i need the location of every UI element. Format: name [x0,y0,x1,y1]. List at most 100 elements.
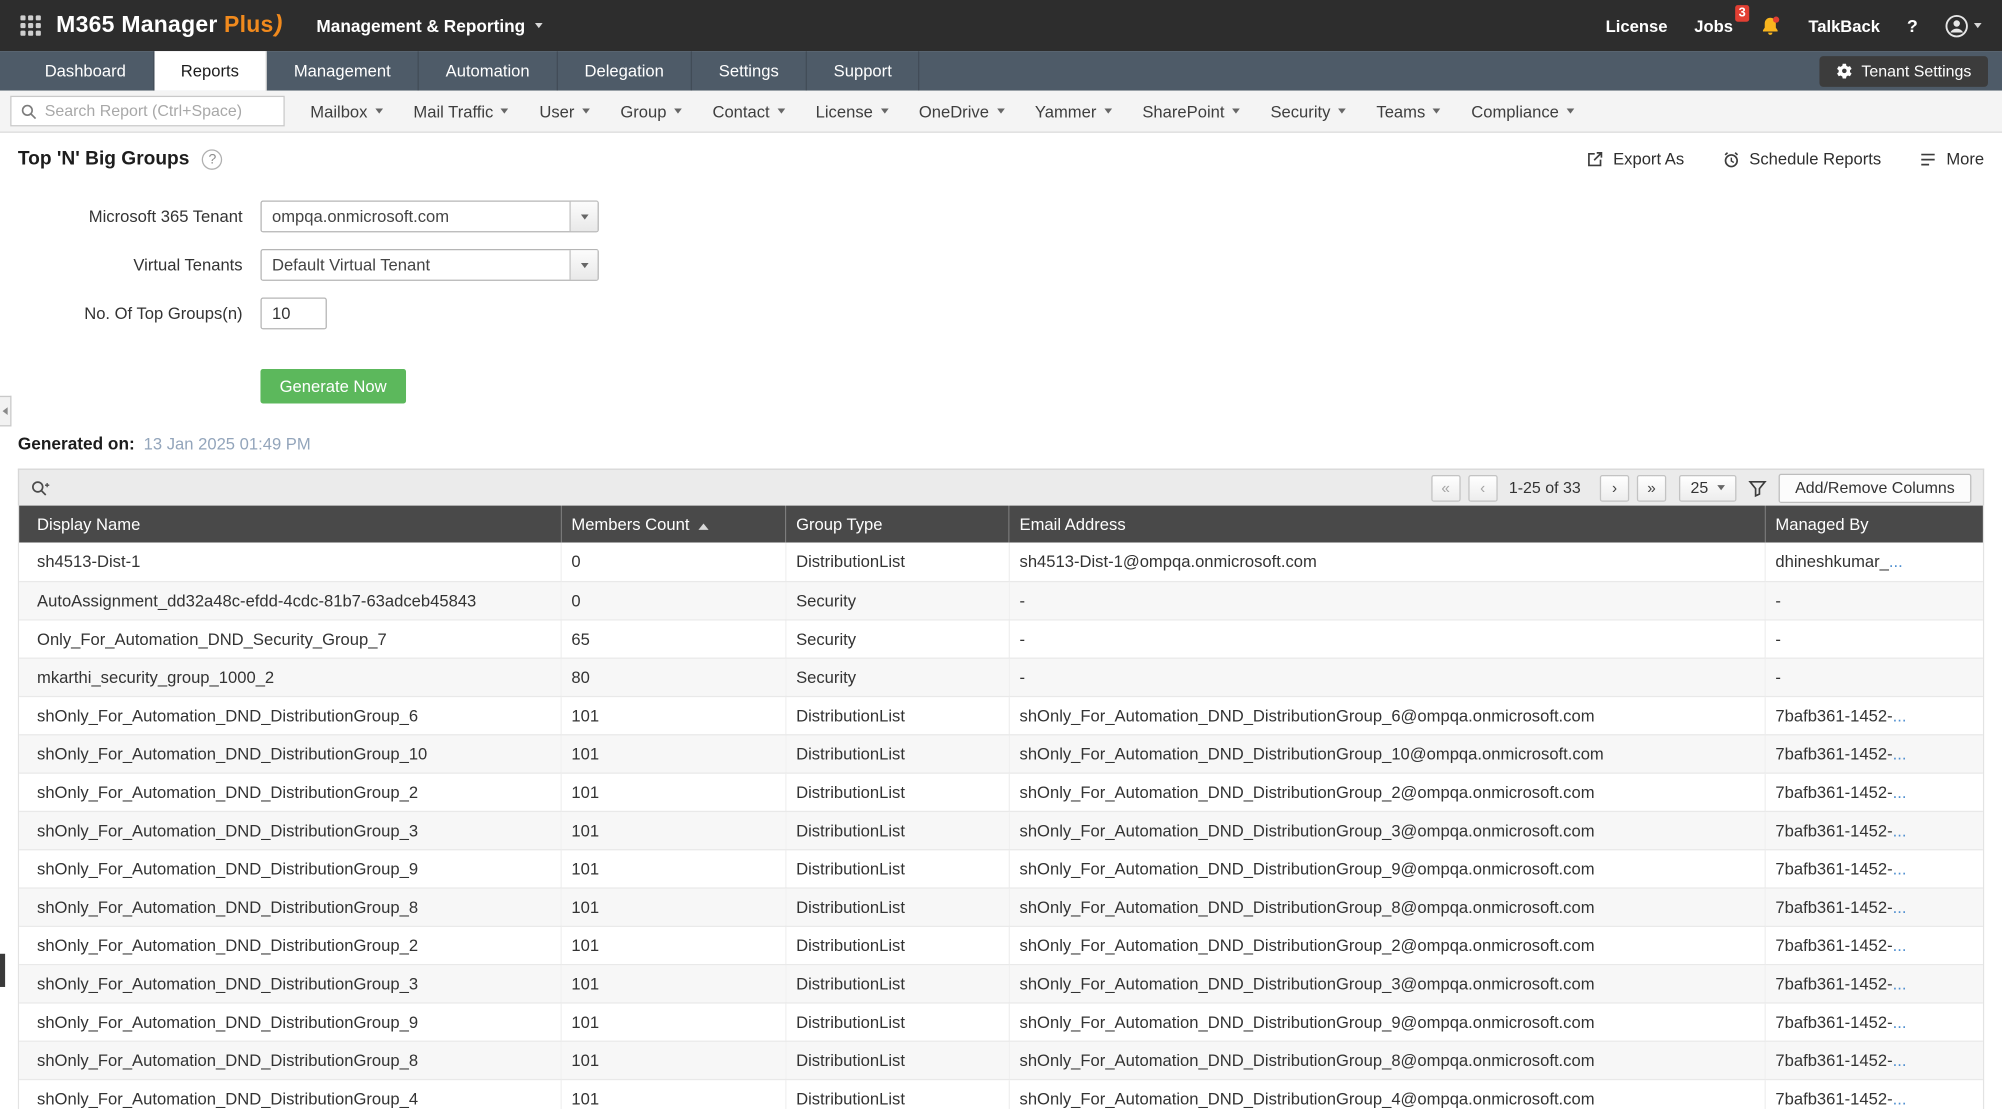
tab-dashboard[interactable]: Dashboard [18,51,154,91]
report-search-input[interactable] [45,102,275,120]
cell-group-type: DistributionList [785,849,1008,887]
col-header-managed-by[interactable]: Managed By [1765,506,1983,543]
report-menu-group[interactable]: Group [605,91,697,132]
tab-list: DashboardReportsManagementAutomationDele… [18,51,920,91]
tab-reports[interactable]: Reports [154,51,267,91]
expand-value-link[interactable]: ... [1893,897,1907,916]
filter-icon[interactable] [1748,478,1767,497]
help-icon[interactable]: ? [1907,15,1918,35]
tab-delegation[interactable]: Delegation [558,51,692,91]
expand-value-link[interactable]: ... [1893,1088,1907,1107]
table-row[interactable]: shOnly_For_Automation_DND_DistributionGr… [19,772,1983,810]
cell-group-type: Security [785,581,1008,619]
export-as-button[interactable]: Export As [1586,149,1684,168]
expand-value-link[interactable]: ... [1893,974,1907,993]
next-page-button[interactable]: › [1600,474,1629,501]
talkback-link[interactable]: TalkBack [1808,16,1880,35]
expand-value-link[interactable]: ... [1893,782,1907,801]
tab-support[interactable]: Support [807,51,920,91]
chevron-down-icon[interactable] [569,202,597,231]
page-help-icon[interactable]: ? [202,149,222,169]
first-page-button[interactable]: « [1431,474,1460,501]
report-menu-label: User [539,102,574,121]
table-row[interactable]: shOnly_For_Automation_DND_DistributionGr… [19,811,1983,849]
expand-value-link[interactable]: ... [1893,1012,1907,1031]
report-menu-sharepoint[interactable]: SharePoint [1127,91,1255,132]
expand-value-link[interactable]: ... [1889,552,1903,571]
table-search-icon[interactable] [31,478,50,497]
apps-grid-icon[interactable] [20,15,40,35]
table-row[interactable]: AutoAssignment_dd32a48c-efdd-4cdc-81b7-6… [19,581,1983,619]
table-row[interactable]: shOnly_For_Automation_DND_DistributionGr… [19,926,1983,964]
col-header-group-type[interactable]: Group Type [785,506,1008,543]
report-menu-mailbox[interactable]: Mailbox [295,91,398,132]
table-row[interactable]: shOnly_For_Automation_DND_DistributionGr… [19,849,1983,887]
report-menu-onedrive[interactable]: OneDrive [903,91,1019,132]
report-menu-teams[interactable]: Teams [1361,91,1456,132]
chevron-down-icon [1567,109,1575,114]
table-row[interactable]: shOnly_For_Automation_DND_DistributionGr… [19,1079,1983,1109]
prev-page-button[interactable]: ‹ [1468,474,1497,501]
report-menu-security[interactable]: Security [1255,91,1361,132]
table-row[interactable]: shOnly_For_Automation_DND_DistributionGr… [19,734,1983,772]
table-row[interactable]: shOnly_For_Automation_DND_DistributionGr… [19,964,1983,1002]
report-menu-contact[interactable]: Contact [697,91,800,132]
page-size-select[interactable]: 25 [1679,474,1736,501]
cell-email-address: shOnly_For_Automation_DND_DistributionGr… [1009,696,1765,734]
left-edge-scroll-handle[interactable] [0,954,5,987]
notifications-bell-icon[interactable] [1760,15,1782,37]
module-switcher[interactable]: Management & Reporting [316,16,543,35]
report-menu-mail-traffic[interactable]: Mail Traffic [398,91,524,132]
report-menu-compliance[interactable]: Compliance [1456,91,1590,132]
table-row[interactable]: shOnly_For_Automation_DND_DistributionGr… [19,1041,1983,1079]
report-menu-label: Contact [712,102,769,121]
generate-now-button[interactable]: Generate Now [260,369,405,403]
report-search[interactable] [10,96,285,127]
report-menu-label: Mailbox [310,102,367,121]
jobs-link[interactable]: Jobs 3 [1694,16,1733,35]
tab-automation[interactable]: Automation [419,51,558,91]
user-avatar-icon[interactable] [1945,13,1982,37]
report-menu-label: SharePoint [1142,102,1224,121]
expand-value-link[interactable]: ... [1893,1050,1907,1069]
add-remove-columns-button[interactable]: Add/Remove Columns [1779,473,1972,502]
report-menu-yammer[interactable]: Yammer [1020,91,1127,132]
top-n-input[interactable] [260,297,326,329]
cell-display-name: shOnly_For_Automation_DND_DistributionGr… [19,1079,560,1109]
table-row[interactable]: sh4513-Dist-10DistributionListsh4513-Dis… [19,543,1983,581]
chevron-down-icon[interactable] [569,250,597,279]
table-row[interactable]: shOnly_For_Automation_DND_DistributionGr… [19,887,1983,925]
virtual-tenant-select[interactable]: Default Virtual Tenant [260,249,598,281]
cell-group-type: Security [785,619,1008,657]
report-menu-license[interactable]: License [800,91,903,132]
search-icon [20,103,37,120]
expand-value-link[interactable]: ... [1893,935,1907,954]
tab-management[interactable]: Management [267,51,419,91]
schedule-reports-button[interactable]: Schedule Reports [1722,149,1881,168]
license-link[interactable]: License [1606,16,1668,35]
last-page-button[interactable]: » [1637,474,1666,501]
expand-value-link[interactable]: ... [1893,744,1907,763]
col-header-display-name[interactable]: Display Name [19,506,560,543]
table-row[interactable]: shOnly_For_Automation_DND_DistributionGr… [19,1002,1983,1040]
cell-email-address: - [1009,658,1765,696]
tab-settings[interactable]: Settings [692,51,807,91]
tenant-select[interactable]: ompqa.onmicrosoft.com [260,200,598,232]
expand-value-link[interactable]: ... [1893,859,1907,878]
table-row[interactable]: mkarthi_security_group_1000_280Security-… [19,658,1983,696]
tenant-settings-button[interactable]: Tenant Settings [1819,56,1988,87]
cell-group-type: DistributionList [785,772,1008,810]
expand-value-link[interactable]: ... [1893,820,1907,839]
cell-managed-by: dhineshkumar_... [1765,543,1983,581]
collapse-panel-handle[interactable] [0,396,11,427]
cell-display-name: mkarthi_security_group_1000_2 [19,658,560,696]
report-menu-user[interactable]: User [524,91,605,132]
more-button[interactable]: More [1920,149,1985,168]
table-row[interactable]: shOnly_For_Automation_DND_DistributionGr… [19,696,1983,734]
expand-value-link[interactable]: ... [1893,705,1907,724]
table-row[interactable]: Only_For_Automation_DND_Security_Group_7… [19,619,1983,657]
col-header-members-count[interactable]: Members Count [561,506,786,543]
cell-members-count: 65 [561,619,786,657]
cell-email-address: - [1009,581,1765,619]
col-header-email-address[interactable]: Email Address [1009,506,1765,543]
